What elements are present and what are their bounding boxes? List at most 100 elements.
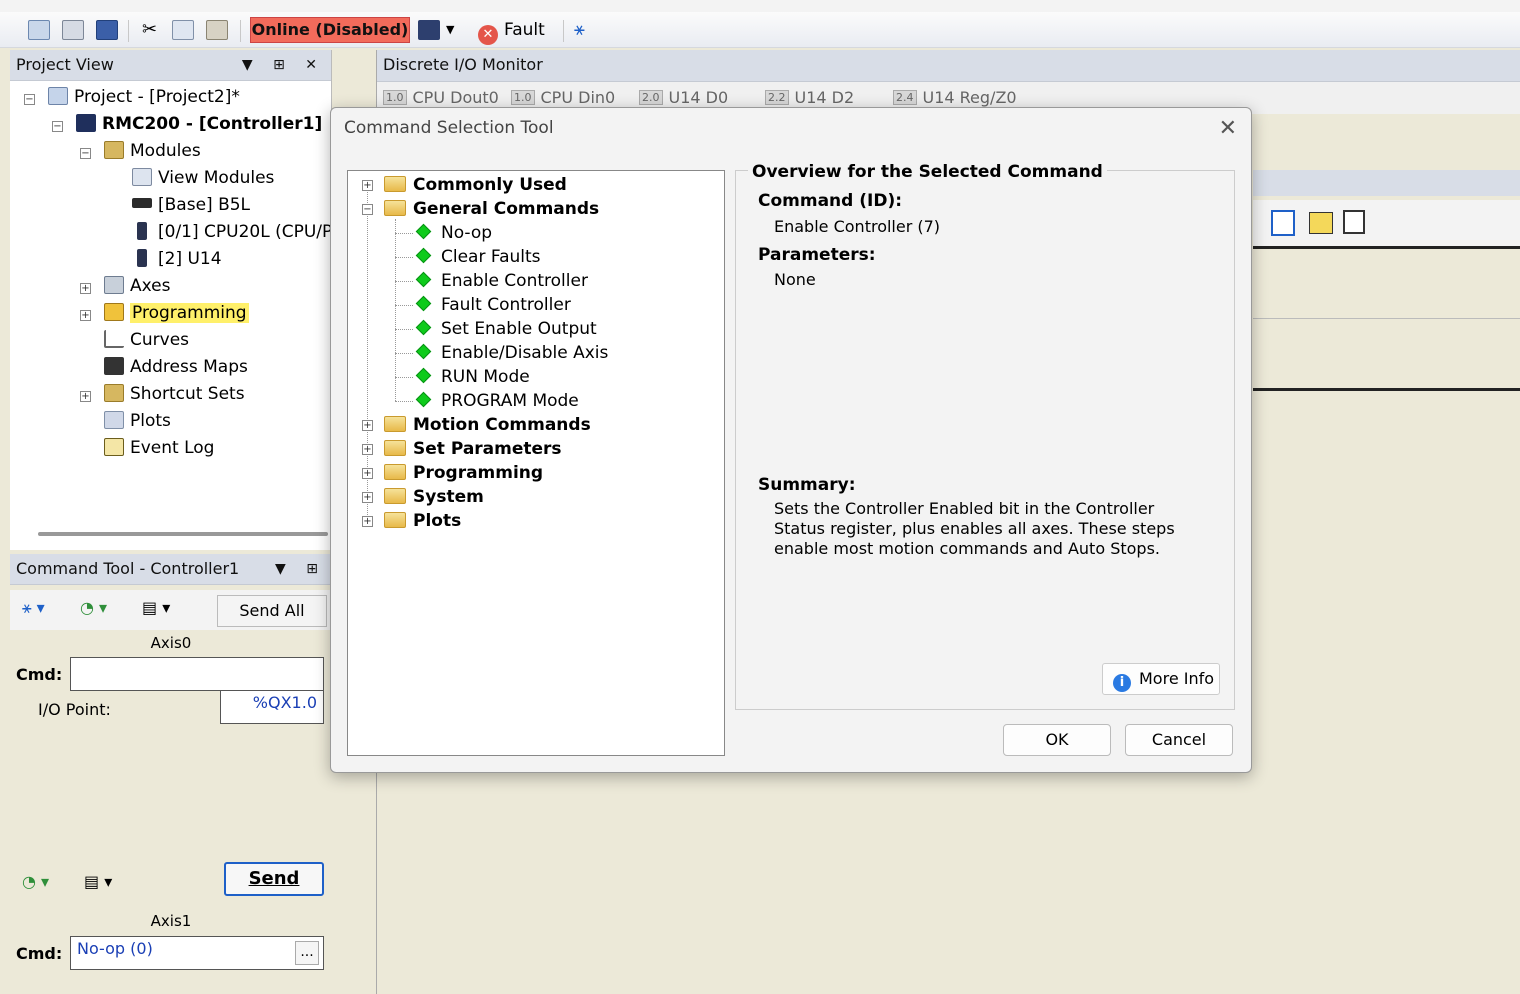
expander-icon[interactable]: − (52, 121, 63, 132)
paste-icon[interactable] (206, 20, 228, 40)
panel-controls[interactable]: ▼ ⊞ (275, 554, 326, 584)
io-tab[interactable]: 2.4 U14 Reg/Z0 (893, 88, 1017, 107)
tree-item-plots[interactable]: Plots (104, 408, 171, 434)
command-icon (415, 391, 432, 408)
chevron-down-icon[interactable]: ▼ (446, 20, 468, 40)
io-tab[interactable]: 2.2 U14 D2 (765, 88, 854, 107)
panel-controls[interactable]: ▼ ⊞ ✕ (242, 50, 325, 80)
tag-icon[interactable] (1309, 212, 1333, 234)
expander-icon[interactable]: − (24, 94, 35, 105)
enable-icon[interactable]: ⚹ ▾ (22, 598, 45, 618)
save-icon[interactable] (96, 20, 118, 40)
modules-icon (104, 141, 124, 159)
command-icon (415, 319, 432, 336)
axis0-label: Axis0 (150, 634, 192, 652)
tree-item-modules[interactable]: Modules (104, 138, 201, 164)
command-program-mode[interactable]: PROGRAM Mode (415, 389, 579, 413)
tree-item-shortcut-sets[interactable]: Shortcut Sets (104, 381, 245, 407)
list-icon[interactable] (1343, 210, 1365, 234)
command-set-enable-output[interactable]: Set Enable Output (415, 317, 597, 341)
folder-system[interactable]: System (384, 485, 484, 509)
expander-icon[interactable]: + (80, 283, 91, 294)
io-tab[interactable]: 2.0 U14 D0 (639, 88, 728, 107)
project-icon (48, 87, 68, 105)
plots-icon (104, 411, 124, 429)
io-tab[interactable]: 1.0 CPU Din0 (511, 88, 615, 107)
expander-icon[interactable]: + (362, 468, 373, 479)
copy-icon[interactable] (172, 20, 194, 40)
expander-icon[interactable]: − (362, 204, 373, 215)
open-project-icon[interactable] (62, 20, 84, 40)
tree-item-event-log[interactable]: Event Log (104, 435, 214, 461)
command-history-icon[interactable]: ◔ ▾ (80, 598, 107, 617)
command-no-op[interactable]: No-op (415, 221, 492, 245)
folder-icon (384, 176, 406, 192)
folder-icon (384, 200, 406, 216)
expander-icon[interactable]: + (362, 444, 373, 455)
document-icon[interactable] (1271, 210, 1295, 236)
close-icon[interactable]: ✕ (1219, 116, 1237, 141)
programming-icon (104, 303, 124, 321)
command-tree: + Commonly Used − General Commands No-op… (347, 170, 725, 756)
online-status-badge[interactable]: Online (Disabled) (250, 17, 410, 43)
axis0-cmd-input[interactable] (70, 657, 324, 691)
expander-icon[interactable]: − (80, 148, 91, 159)
expander-icon[interactable]: + (362, 180, 373, 191)
tree-item-address-maps[interactable]: Address Maps (104, 354, 248, 380)
io-point-input[interactable]: %QX1.0 (220, 690, 324, 724)
command-icon (415, 367, 432, 384)
tree-item-programming[interactable]: Programming (104, 300, 249, 326)
tree-item-axes[interactable]: Axes (104, 273, 170, 299)
summary-label: Summary: (758, 475, 856, 495)
command-run-mode[interactable]: RUN Mode (415, 365, 530, 389)
cut-icon[interactable]: ✂ (142, 20, 164, 40)
expander-icon[interactable]: + (362, 492, 373, 503)
cancel-button[interactable]: Cancel (1125, 724, 1233, 756)
command-enable-controller[interactable]: Enable Controller (415, 269, 588, 293)
project-view-header: Project View ▼ ⊞ ✕ (10, 50, 331, 81)
tree-item-cpu[interactable]: [0/1] CPU20L (CPU/P (132, 219, 332, 245)
tree-item-base[interactable]: [Base] B5L (132, 192, 250, 218)
more-info-button[interactable]: i More Info (1102, 663, 1220, 695)
command-clear-faults[interactable]: Clear Faults (415, 245, 541, 269)
command-fault-controller[interactable]: Fault Controller (415, 293, 571, 317)
tree-item-view-modules[interactable]: View Modules (132, 165, 274, 191)
dialog-title: Command Selection Tool (344, 118, 554, 138)
function-key-icon[interactable]: ▤ ▾ (142, 598, 170, 617)
folder-set-parameters[interactable]: Set Parameters (384, 437, 562, 461)
new-project-icon[interactable] (28, 20, 50, 40)
expander-icon[interactable]: + (80, 391, 91, 402)
overview-group: Overview for the Selected Command Comman… (735, 162, 1235, 710)
folder-commonly-used[interactable]: Commonly Used (384, 173, 567, 197)
expander-icon[interactable]: + (362, 420, 373, 431)
parameters-value: None (774, 270, 816, 289)
folder-programming[interactable]: Programming (384, 461, 543, 485)
io-tab[interactable]: 1.0 CPU Dout0 (383, 88, 499, 107)
axis1-cmd-input[interactable]: No-op (0) ... (70, 936, 324, 970)
tree-item-project[interactable]: Project - [Project2]* (48, 84, 240, 110)
folder-general-commands[interactable]: General Commands (384, 197, 599, 221)
address-maps-icon (104, 357, 124, 375)
send-button[interactable]: Send (224, 862, 324, 896)
expander-icon[interactable]: + (80, 310, 91, 321)
ok-button[interactable]: OK (1003, 724, 1111, 756)
folder-motion-commands[interactable]: Motion Commands (384, 413, 591, 437)
command-history-icon[interactable]: ◔ ▾ (22, 872, 49, 891)
controller-icon (76, 114, 96, 132)
enable-icon[interactable]: ⚹ (574, 20, 596, 40)
expander-icon[interactable]: + (362, 516, 373, 527)
cmd-label: Cmd: (16, 665, 63, 684)
controller-icon[interactable] (418, 20, 440, 40)
function-key-icon[interactable]: ▤ ▾ (84, 872, 112, 891)
tree-item-controller[interactable]: RMC200 - [Controller1] (76, 111, 322, 137)
horizontal-scrollbar[interactable] (38, 532, 328, 536)
tree-item-curves[interactable]: Curves (104, 327, 189, 353)
tree-item-u14[interactable]: [2] U14 (132, 246, 222, 272)
command-enable-disable-axis[interactable]: Enable/Disable Axis (415, 341, 608, 365)
folder-plots[interactable]: Plots (384, 509, 461, 533)
event-log-icon (104, 438, 124, 456)
shortcut-sets-icon (104, 384, 124, 402)
send-all-button[interactable]: Send All (217, 595, 327, 627)
fault-button[interactable]: ✕ Fault (478, 18, 545, 45)
browse-button[interactable]: ... (295, 941, 319, 965)
